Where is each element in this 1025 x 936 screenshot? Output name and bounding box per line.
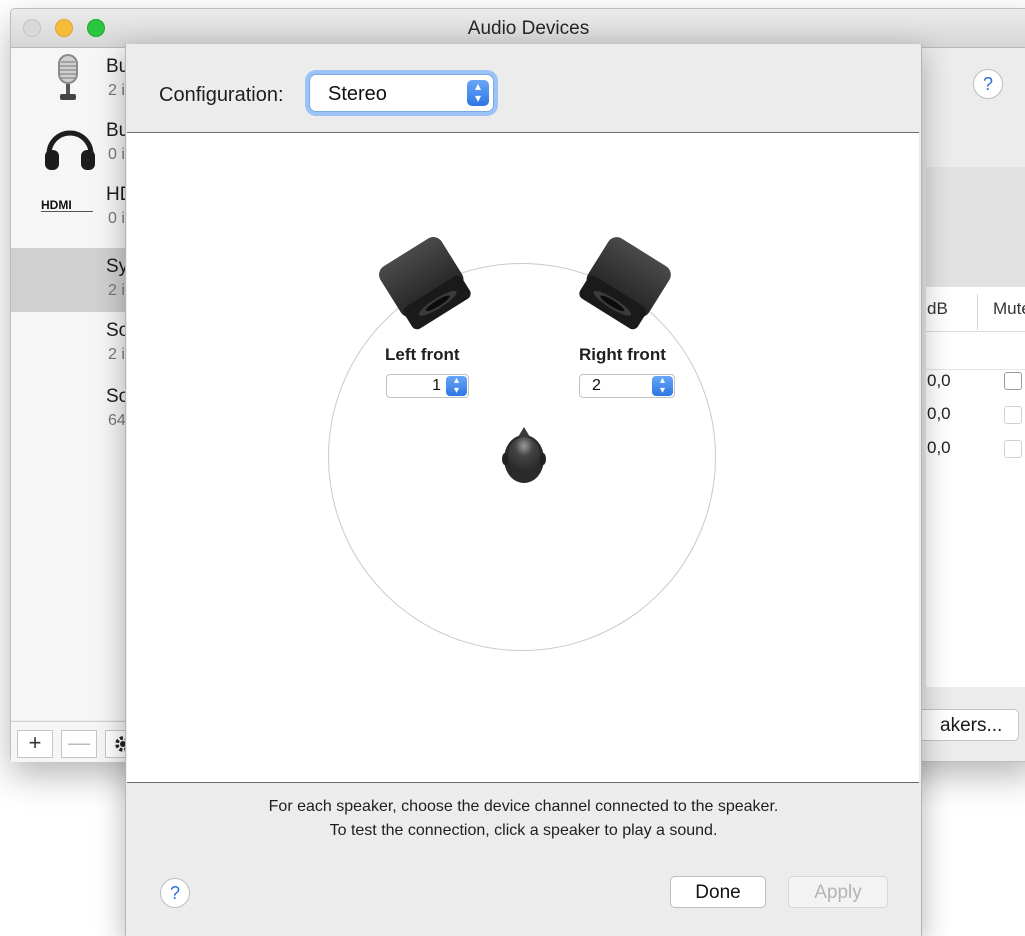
help-button[interactable]: ?: [973, 69, 1003, 99]
speaker-layout-canvas: Left front 1 ▴ ▾ Right front 2 ▴ ▾: [127, 132, 919, 783]
table-row-divider: [926, 369, 1025, 370]
listener-head-icon: [502, 425, 546, 492]
instruction-text-1: For each speaker, choose the device chan…: [268, 798, 779, 815]
device-list: Bu 2 i Bu 0 i HDMI HD 0 i Sy 2 i So 2 i …: [11, 48, 133, 720]
left-front-speaker[interactable]: [377, 233, 473, 338]
configure-speakers-button[interactable]: akers...: [919, 709, 1019, 741]
column-divider: [977, 294, 978, 330]
device-item-hdmi[interactable]: HDMI HD 0 i: [11, 176, 133, 240]
remove-device-button[interactable]: —: [61, 730, 97, 758]
device-detail: 2 i: [108, 82, 125, 99]
column-header-mute[interactable]: Mute: [993, 299, 1025, 319]
svg-text:HDMI: HDMI: [41, 198, 72, 212]
device-item-so-1[interactable]: So 2 i: [11, 312, 129, 376]
mute-checkbox[interactable]: [1004, 406, 1022, 424]
chevron-updown-icon: ▴ ▾: [446, 376, 467, 396]
table-header-divider: [926, 331, 1025, 332]
device-detail: 2 i: [108, 346, 125, 363]
device-item-builtin-mic[interactable]: Bu 2 i: [11, 48, 129, 112]
device-detail-band: [926, 167, 1025, 287]
title-bar[interactable]: Audio Devices: [11, 9, 1025, 48]
right-front-speaker[interactable]: [577, 233, 673, 338]
device-detail: 0 i: [108, 146, 125, 163]
left-front-channel-select[interactable]: 1 ▴ ▾: [386, 374, 469, 398]
sheet-help-button[interactable]: ?: [160, 878, 190, 908]
device-item-builtin-output[interactable]: Bu 0 i: [11, 112, 129, 177]
left-front-label: Left front: [385, 345, 460, 364]
chevron-updown-icon: ▴ ▾: [467, 80, 489, 106]
window-title: Audio Devices: [467, 18, 590, 39]
column-header-db[interactable]: dB: [927, 299, 948, 319]
configuration-select[interactable]: Stereo ▴ ▾: [309, 74, 494, 112]
headphones-icon: [43, 122, 97, 177]
device-detail: 0 i: [108, 210, 125, 227]
mute-checkbox[interactable]: [1004, 372, 1022, 390]
channel-table: [926, 287, 1025, 687]
right-front-channel-select[interactable]: 2 ▴ ▾: [579, 374, 675, 398]
hdmi-icon: HDMI: [41, 198, 99, 219]
microphone-icon: [55, 52, 81, 109]
add-device-button[interactable]: +: [17, 730, 53, 758]
table-cell-db: 0,0: [927, 371, 951, 390]
channel-value: 1: [432, 377, 441, 394]
speaker-configuration-sheet: Configuration: Stereo ▴ ▾ Left front 1 ▴…: [125, 44, 922, 936]
device-item-so-2[interactable]: So 64: [11, 378, 129, 442]
device-item-system[interactable]: Sy 2 i: [11, 248, 128, 312]
configuration-label: Configuration:: [159, 84, 284, 106]
device-detail: 64: [108, 412, 126, 429]
chevron-updown-icon: ▴ ▾: [652, 376, 673, 396]
apply-button[interactable]: Apply: [788, 876, 888, 908]
configuration-value: Stereo: [328, 83, 387, 105]
table-cell-db: 0,0: [927, 404, 951, 423]
device-list-toolbar: + —: [11, 721, 141, 762]
done-button[interactable]: Done: [670, 876, 766, 908]
mute-checkbox[interactable]: [1004, 440, 1022, 458]
instruction-text-2: To test the connection, click a speaker …: [329, 822, 718, 839]
device-detail: 2 i: [108, 282, 125, 299]
table-cell-db: 0,0: [927, 438, 951, 457]
channel-value: 2: [592, 377, 601, 394]
right-front-label: Right front: [579, 345, 666, 364]
